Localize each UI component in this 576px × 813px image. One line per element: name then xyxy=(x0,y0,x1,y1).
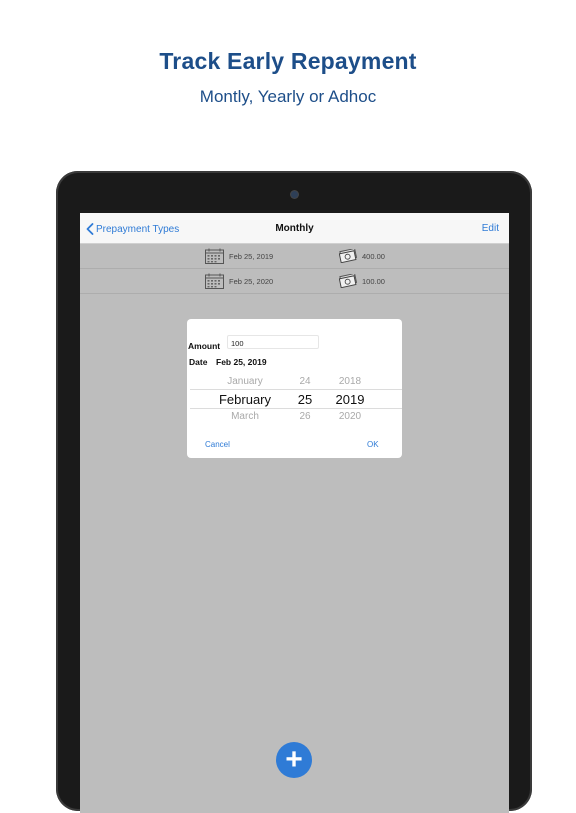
picker-day-prev[interactable]: 24 xyxy=(290,376,320,387)
ok-button[interactable]: OK xyxy=(367,440,379,449)
picker-month-selected[interactable]: February xyxy=(200,392,290,407)
tablet-frame: Prepayment Types Monthly Edit Feb 25, 20… xyxy=(56,171,532,813)
app-screen: Prepayment Types Monthly Edit Feb 25, 20… xyxy=(80,213,509,813)
picker-year-next[interactable]: 2020 xyxy=(326,411,374,422)
amount-label: Amount xyxy=(188,341,221,351)
add-button[interactable]: + xyxy=(276,742,312,778)
amount-input[interactable] xyxy=(227,335,319,349)
money-icon xyxy=(339,249,358,263)
navigation-bar: Prepayment Types Monthly Edit xyxy=(80,213,509,244)
row-date: Feb 25, 2019 xyxy=(229,252,274,261)
date-label: Date xyxy=(189,357,208,367)
row-date: Feb 25, 2020 xyxy=(229,277,274,286)
picker-day-next[interactable]: 26 xyxy=(290,411,320,422)
picker-month-next[interactable]: March xyxy=(200,411,290,422)
picker-day-selected[interactable]: 25 xyxy=(290,392,320,407)
camera-icon xyxy=(291,191,298,198)
date-picker[interactable]: January February March 24 25 26 2018 201… xyxy=(190,374,402,424)
row-amount: 400.00 xyxy=(362,252,385,261)
calendar-icon xyxy=(205,248,224,264)
date-value: Feb 25, 2019 xyxy=(216,357,267,367)
page-headline: Track Early Repayment xyxy=(159,48,417,74)
plus-icon: + xyxy=(285,743,303,776)
row-amount: 100.00 xyxy=(362,277,385,286)
page-subheadline: Montly, Yearly or Adhoc xyxy=(199,87,377,106)
add-prepayment-dialog: Amount Date Feb 25, 2019 January Februar… xyxy=(187,319,402,458)
picker-month-prev[interactable]: January xyxy=(200,376,290,387)
nav-title: Monthly xyxy=(275,223,314,234)
list-item[interactable]: Feb 25, 2019 400.00 xyxy=(80,244,509,269)
picker-year-prev[interactable]: 2018 xyxy=(326,376,374,387)
picker-year-selected[interactable]: 2019 xyxy=(326,392,374,407)
money-icon xyxy=(339,274,358,288)
list-item[interactable]: Feb 25, 2020 100.00 xyxy=(80,269,509,294)
cancel-button[interactable]: Cancel xyxy=(205,440,230,449)
calendar-icon xyxy=(205,273,224,289)
edit-button[interactable]: Edit xyxy=(482,223,499,234)
